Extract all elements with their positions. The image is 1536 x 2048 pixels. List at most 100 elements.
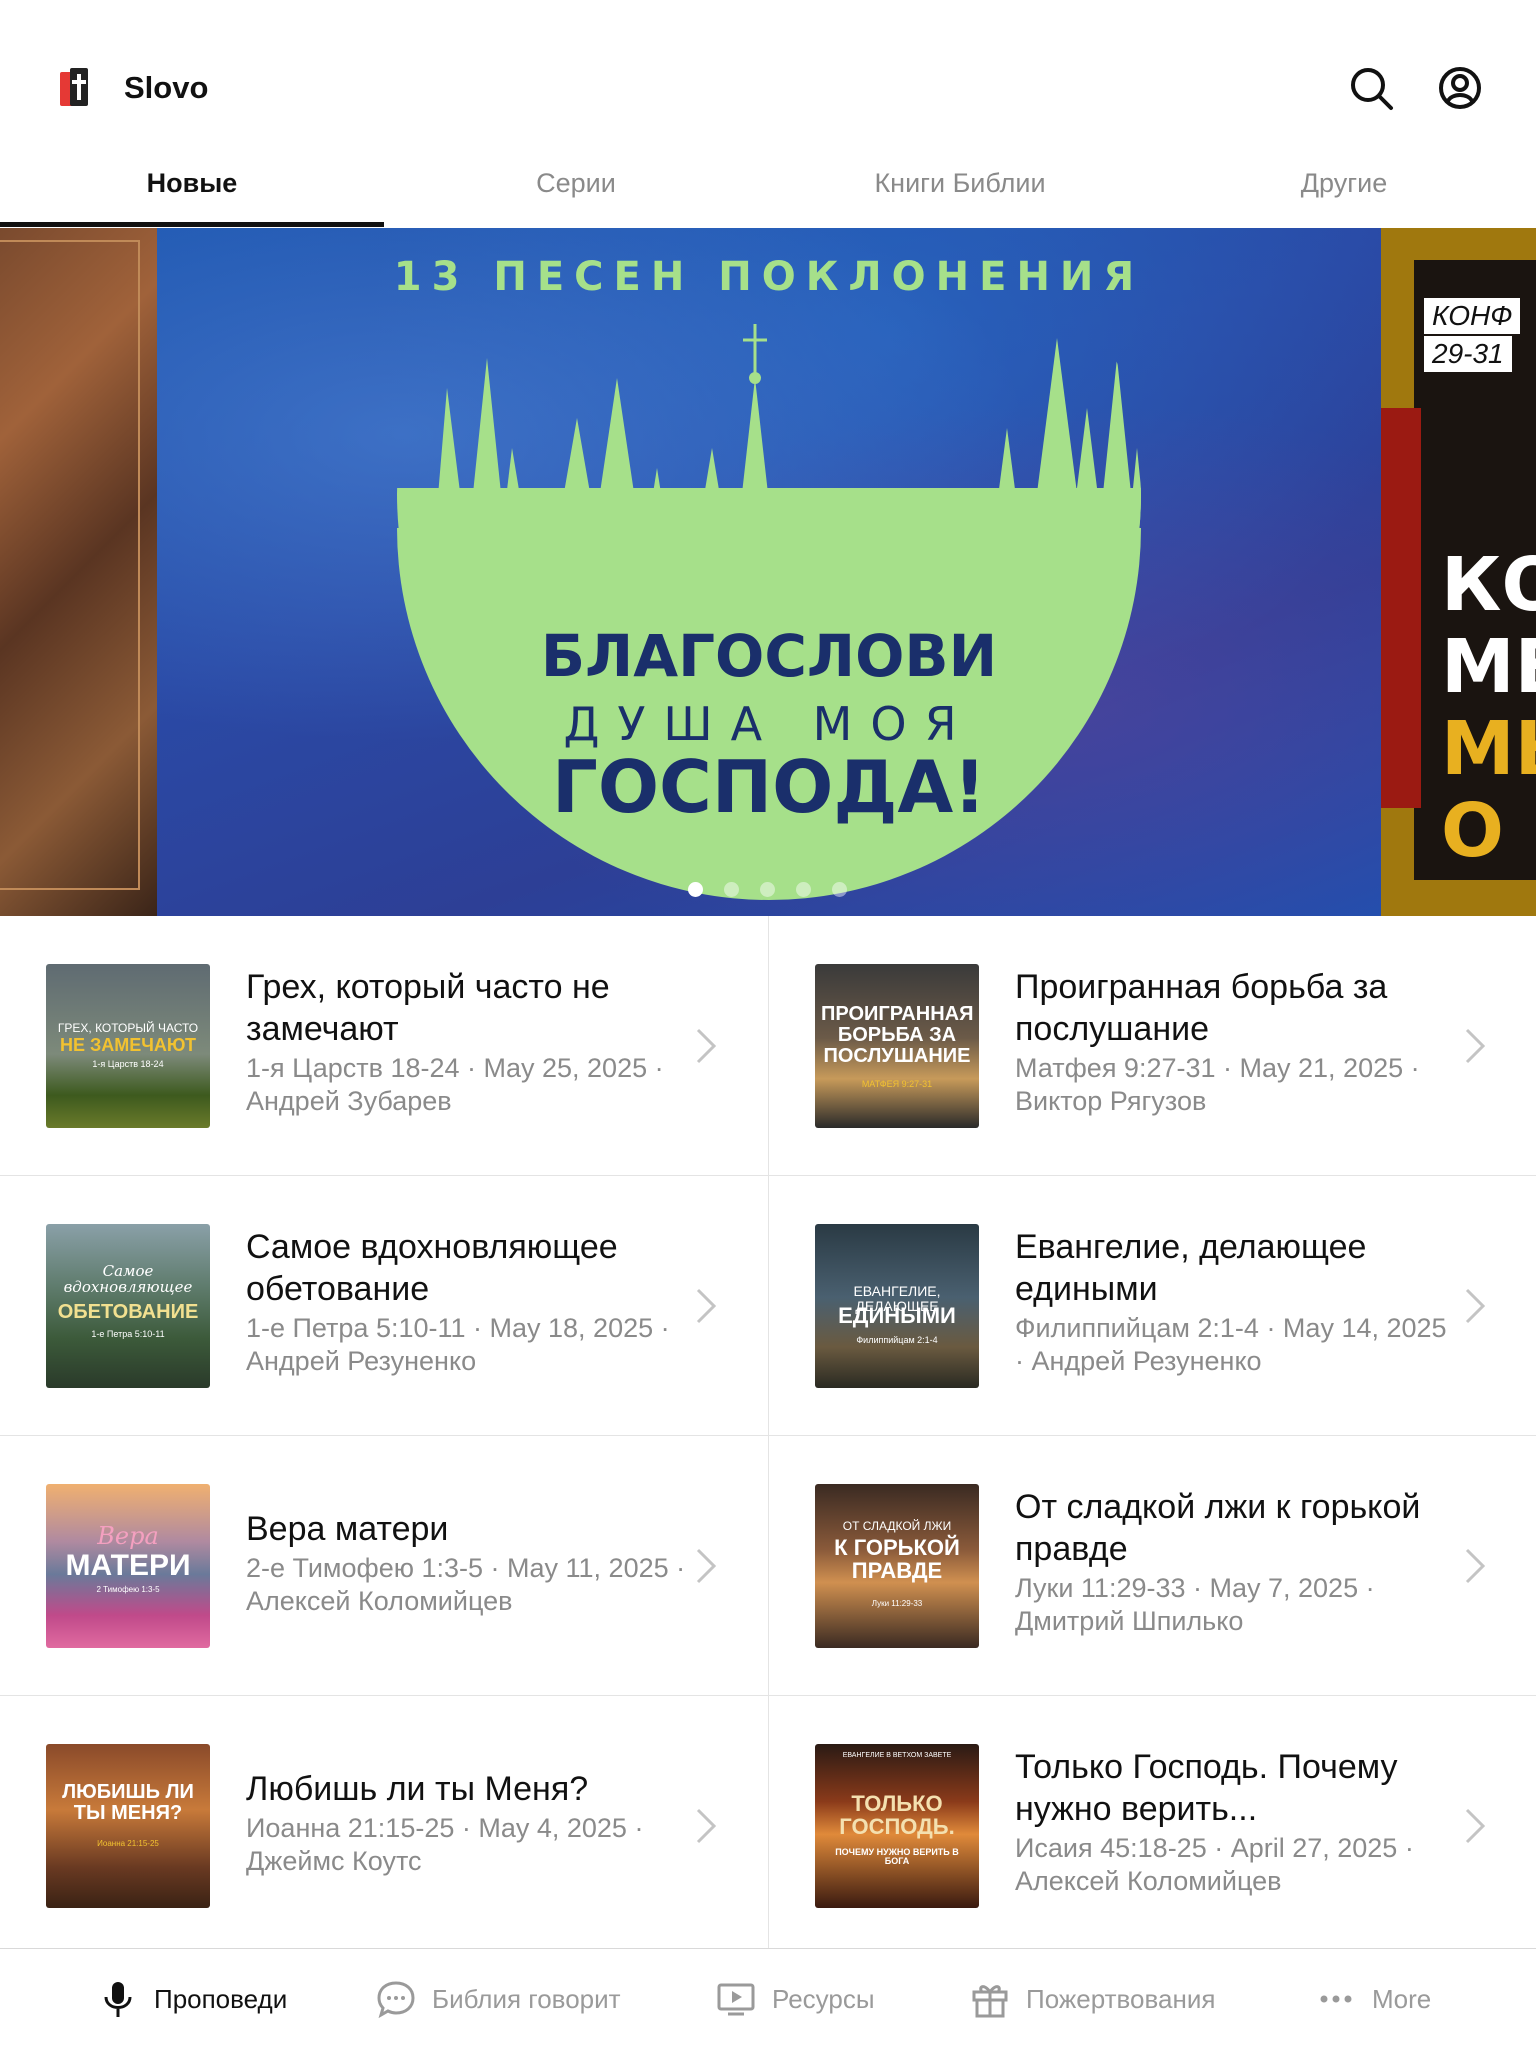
sermon-title: Грех, который часто не замечают	[246, 968, 610, 1048]
banner-line3: ГОСПОДА!	[552, 745, 986, 829]
chevron-right-icon	[1465, 1288, 1486, 1324]
slide-frame	[0, 240, 140, 890]
thumb-ref-text: Луки 11:29-33	[871, 1599, 923, 1608]
sermon-title: Вера матери	[246, 1510, 449, 1548]
sermon-title: Проигранная борьба за послушание	[1015, 968, 1388, 1048]
sermon-item[interactable]: ГРЕХ, КОТОРЫЙ ЧАСТО НЕ ЗАМЕЧАЮТ 1-я Царс…	[0, 916, 768, 1176]
sermon-thumbnail: Вера МАТЕРИ 2 Тимофею 1:3-5	[46, 1484, 210, 1648]
sermon-thumbnail: ЕВАНГЕЛИЕ В ВЕТХОМ ЗАВЕТЕ ТОЛЬКО ГОСПОДЬ…	[815, 1744, 979, 1908]
featured-carousel[interactable]: 13 ПЕСЕН ПОКЛОНЕНИЯ БЛАГОСЛОВИ ДУША МОЯ …	[0, 228, 1536, 916]
sermon-thumbnail: Самое вдохновляющее ОБЕТОВАНИЕ 1-е Петра…	[46, 1224, 210, 1388]
tab-series[interactable]: Серии	[384, 150, 768, 228]
sermon-item[interactable]: ЛЮБИШЬ ЛИ ТЫ МЕНЯ? Иоанна 21:15-25 Любиш…	[0, 1696, 768, 1948]
sermon-meta: Иоанна 21:15-25 · May 4, 2025 · Джеймс К…	[246, 1813, 644, 1876]
slide-big-2: МЕН	[1441, 624, 1536, 710]
thumb-big-text: МАТЕРИ	[65, 1549, 191, 1582]
thumb-ref-text: 1-е Петра 5:10-11	[91, 1329, 165, 1339]
carousel-dot[interactable]	[688, 882, 703, 897]
slide-tag-2: 29-31	[1424, 336, 1512, 372]
sermon-thumbnail: ЕВАНГЕЛИЕ, ДЕЛАЮЩЕЕ ЕДИНЫМИ Филиппийцам …	[815, 1224, 979, 1388]
account-icon[interactable]	[1436, 64, 1484, 112]
nav-label: Библия говорит	[432, 1983, 621, 2014]
sermon-meta: Исаия 45:18-25 · April 27, 2025 · Алексе…	[1015, 1833, 1414, 1896]
sermon-item[interactable]: ОТ СЛАДКОЙ ЛЖИ К ГОРЬКОЙ ПРАВДЕ Луки 11:…	[768, 1436, 1536, 1696]
thumb-ref-text: ПОЧЕМУ НУЖНО ВЕРИТЬ В БОГА	[835, 1847, 959, 1867]
nav-bible-says[interactable]: Библия говорит	[376, 1949, 621, 2048]
sermon-meta: 1-я Царств 18-24 · May 25, 2025 · Андрей…	[246, 1053, 664, 1116]
chevron-right-icon	[696, 1288, 717, 1324]
thumb-small-text: Самое вдохновляющее	[63, 1262, 193, 1296]
carousel-dot[interactable]	[796, 882, 811, 897]
sermon-text: Только Господь. Почему нужно верить... И…	[1015, 1746, 1455, 1898]
banner-artwork: 13 ПЕСЕН ПОКЛОНЕНИЯ БЛАГОСЛОВИ ДУША МОЯ …	[394, 254, 1144, 900]
nav-more[interactable]: More	[1316, 1949, 1431, 2048]
active-tab-indicator	[0, 222, 384, 227]
chevron-right-icon	[1465, 1548, 1486, 1584]
thumb-big-text: К ГОРЬКОЙ ПРАВДЕ	[834, 1535, 960, 1584]
bottom-tab-bar: Проповеди Библия говорит Ресурсы Пожертв…	[0, 1948, 1536, 2048]
tab-label: Другие	[1300, 168, 1388, 198]
app-title: Slovo	[124, 70, 209, 105]
nav-label: Пожертвования	[1026, 1983, 1216, 2014]
chevron-right-icon	[696, 1808, 717, 1844]
sermon-thumbnail: ПРОИГРАННАЯ БОРЬБА ЗА ПОСЛУШАНИЕ МАТФЕЯ …	[815, 964, 979, 1128]
microphone-icon	[104, 1982, 132, 2017]
thumb-big-text: ОБЕТОВАНИЕ	[57, 1301, 199, 1323]
thumb-small-text: ОТ СЛАДКОЙ ЛЖИ	[842, 1519, 952, 1533]
thumb-ref-text: 1-я Царств 18-24	[92, 1059, 164, 1069]
chevron-right-icon	[696, 1028, 717, 1064]
sermon-meta: 2-е Тимофею 1:3-5 · May 11, 2025 · Алекс…	[246, 1553, 686, 1616]
more-dots-icon	[1320, 1995, 1352, 2003]
nav-sermons[interactable]: Проповеди	[98, 1949, 287, 2048]
sermon-title: Самое вдохновляющее обетование	[246, 1228, 618, 1308]
sermon-item[interactable]: Самое вдохновляющее ОБЕТОВАНИЕ 1-е Петра…	[0, 1176, 768, 1436]
app-header: Slovo	[0, 0, 1536, 140]
sermon-title: Только Господь. Почему нужно верить...	[1015, 1748, 1398, 1828]
nav-resources[interactable]: Ресурсы	[716, 1949, 875, 2048]
nav-label: More	[1372, 1983, 1432, 2014]
carousel-dot[interactable]	[724, 882, 739, 897]
sermon-text: Евангелие, делающее едиными Филиппийцам …	[1015, 1226, 1455, 1378]
thumb-big-text: НЕ ЗАМЕЧАЮТ	[59, 1035, 197, 1055]
chat-bubble-icon	[377, 1981, 415, 2019]
sermon-text: От сладкой лжи к горькой правде Луки 11:…	[1015, 1486, 1455, 1638]
tab-bible-books[interactable]: Книги Библии	[768, 150, 1152, 228]
thumb-big-text: ПРОИГРАННАЯ БОРЬБА ЗА ПОСЛУШАНИЕ	[821, 1003, 974, 1067]
sermon-thumbnail: ЛЮБИШЬ ЛИ ТЫ МЕНЯ? Иоанна 21:15-25	[46, 1744, 210, 1908]
sermon-meta: Луки 11:29-33 · May 7, 2025 · Дмитрий Шп…	[1015, 1573, 1375, 1636]
sermon-title: Любишь ли ты Меня?	[246, 1770, 589, 1808]
sermon-text: Вера матери 2-е Тимофею 1:3-5 · May 11, …	[246, 1508, 686, 1618]
sermon-item[interactable]: ЕВАНГЕЛИЕ В ВЕТХОМ ЗАВЕТЕ ТОЛЬКО ГОСПОДЬ…	[768, 1696, 1536, 1948]
slovo-logo-icon	[60, 68, 88, 106]
thumb-big-text: ЕДИНЫМИ	[838, 1303, 956, 1328]
search-icon[interactable]	[1347, 64, 1395, 112]
nav-label: Ресурсы	[772, 1983, 875, 2014]
slide-big-3: МЫ	[1441, 706, 1536, 792]
category-tabs: Новые Серии Книги Библии Другие	[0, 150, 1536, 228]
thumb-small-text: ГРЕХ, КОТОРЫЙ ЧАСТО	[57, 1021, 199, 1035]
sermon-text: Самое вдохновляющее обетование 1-е Петра…	[246, 1226, 686, 1378]
sermon-title: Евангелие, делающее едиными	[1015, 1228, 1367, 1308]
tab-label: Серии	[536, 168, 616, 198]
carousel-slide-current[interactable]: 13 ПЕСЕН ПОКЛОНЕНИЯ БЛАГОСЛОВИ ДУША МОЯ …	[157, 228, 1381, 916]
tab-new[interactable]: Новые	[0, 150, 384, 228]
thumb-big-text: ТОЛЬКО ГОСПОДЬ.	[839, 1791, 955, 1840]
carousel-slide-next[interactable]: КОНФ 29-31 КОГ МЕН МЫ О Н	[1381, 228, 1536, 916]
thumb-small-text: Вера	[97, 1522, 159, 1550]
sermon-meta: 1-е Петра 5:10-11 · May 18, 2025 · Андре…	[246, 1313, 670, 1376]
sermon-item[interactable]: Вера МАТЕРИ 2 Тимофею 1:3-5 Вера матери …	[0, 1436, 768, 1696]
tab-other[interactable]: Другие	[1152, 150, 1536, 228]
gift-icon	[972, 1985, 1008, 2018]
carousel-slide-previous[interactable]	[0, 228, 157, 916]
sermon-item[interactable]: ЕВАНГЕЛИЕ, ДЕЛАЮЩЕЕ ЕДИНЫМИ Филиппийцам …	[768, 1176, 1536, 1436]
sermon-grid: ГРЕХ, КОТОРЫЙ ЧАСТО НЕ ЗАМЕЧАЮТ 1-я Царс…	[0, 916, 1536, 1948]
sermon-meta: Матфея 9:27-31 · May 21, 2025 · Виктор Р…	[1015, 1053, 1420, 1116]
banner-top-line: 13 ПЕСЕН ПОКЛОНЕНИЯ	[394, 254, 1144, 300]
chevron-right-icon	[1465, 1808, 1486, 1844]
nav-donations[interactable]: Пожертвования	[970, 1949, 1215, 2048]
tab-label: Новые	[146, 168, 238, 198]
carousel-dot[interactable]	[760, 882, 775, 897]
sermon-item[interactable]: ПРОИГРАННАЯ БОРЬБА ЗА ПОСЛУШАНИЕ МАТФЕЯ …	[768, 916, 1536, 1176]
slide-red-band	[1381, 408, 1421, 808]
carousel-dot[interactable]	[832, 882, 847, 897]
